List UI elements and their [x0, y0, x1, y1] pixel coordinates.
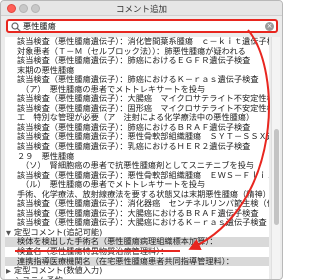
- list-item[interactable]: ２９ 悪性腫瘍: [5, 152, 269, 162]
- list-item-label: 該当検査（悪性腫瘍遺伝子）：肺癌におけるＫ－ｒａｓ遺伝子検査: [17, 75, 259, 85]
- clear-search-icon[interactable]: ×: [265, 22, 274, 31]
- list-item[interactable]: 該当検査（悪性腫瘍遺伝子）：消化器癌 センチネルリンパ節生検（併用: [5, 199, 269, 209]
- list-scrollbar[interactable]: [271, 37, 280, 279]
- list-item-label: （ア） 悪性腫瘍の患者でメトトレキサートを投与: [21, 84, 206, 94]
- list-item-label: 対象患者（Ｔ－Ｍ（セルブロック法））：肺悪性腫瘍が疑われる: [17, 46, 246, 56]
- list-item[interactable]: 該当検査（悪性腫瘍遺伝子）：肺癌におけるＫ－ｒａｓ遺伝子検査: [5, 75, 269, 85]
- list-item[interactable]: 該当検査（悪性腫瘍遺伝子）：大腸癌におけるＫ－ｒａｓ遺伝子検査: [5, 218, 269, 228]
- list-item[interactable]: 該当検査（悪性腫瘍遺伝子）：乳癌におけるＨＥＲ２遺伝子検査: [5, 142, 269, 152]
- list-item-label: 定型コメント(追記可能): [14, 227, 103, 237]
- list-item[interactable]: 該当検査（悪性腫瘍遺伝子）：固形癌 マイクロサテライト不安定性検: [5, 104, 269, 114]
- list-item-label: エ 特別な管理が必要（ア 注射による化学療法中の悪性腫瘍）: [17, 113, 255, 123]
- list-item-label: 定型コメント(数値入力): [14, 266, 103, 276]
- list-item[interactable]: 該当検査（悪性腫瘍遺伝子）：大腸癌におけるＢＲＡＦ遺伝子検査: [5, 209, 269, 219]
- list-item-label: （ソ） 腎細胞癌の患者で抗悪性腫瘍剤としてスニチニブを投与: [21, 161, 255, 171]
- collapsed-triangle-icon[interactable]: ▶: [6, 267, 14, 276]
- list-group[interactable]: ▶ 定型コメント(数値入力): [5, 266, 269, 276]
- list-item-label: 該当検査（悪性腫瘍遺伝子）：大腸癌 マイクロサテライト不安定性検査: [17, 94, 269, 104]
- list-item-label: （ル） 悪性腫瘍の患者でメトトレキサートを投与: [21, 180, 206, 190]
- list-item-label: 該当検査（悪性腫瘍遺伝子）：肺癌におけるＢＲＡＦ遺伝子検査: [17, 122, 251, 132]
- comment-add-window: コメント追加 × 該当検査（悪性腫瘍遺伝子）：消化管間葉系腫瘍 ｃ－ｋｉｔ遺伝子…: [0, 0, 283, 280]
- list-item-label: 検査名（悪性腫瘍特異物質治療管理料）：: [17, 247, 169, 257]
- list-item-label: 該当検査（悪性腫瘍遺伝子）：消化器癌 センチネルリンパ節生検（併用: [17, 199, 269, 209]
- list-item-label: 該当検査（悪性腫瘍遺伝子）：乳癌におけるＨＥＲ２遺伝子検査: [17, 142, 251, 152]
- scroll-thumb[interactable]: [274, 129, 279, 225]
- list-item-label: 末期の悪性腫瘍: [17, 65, 75, 75]
- list-item[interactable]: 検体を検出した手術名（悪性腫瘍病理組織標本加算）：: [5, 237, 269, 248]
- list-item-label: 該当検査（悪性腫瘍遺伝子）：肺癌におけるＥＧＦＲ遺伝子検査: [17, 56, 251, 66]
- comment-list[interactable]: 該当検査（悪性腫瘍遺伝子）：消化管間葉系腫瘍 ｃ－ｋｉｔ遺伝子検査 対象患者（Ｔ－…: [5, 37, 269, 279]
- list-item-label: 連携指導医療機関名（在宅悪性腫瘍患者共同指導管理料）：: [17, 256, 234, 266]
- search-icon: [11, 22, 21, 32]
- list-group[interactable]: ▶システム予約: [5, 276, 269, 279]
- list-item[interactable]: （ソ） 腎細胞癌の患者で抗悪性腫瘍剤としてスニチニブを投与: [5, 161, 269, 171]
- list-item[interactable]: 該当検査（悪性腫瘍遺伝子）：肺癌におけるＥＧＦＲ遺伝子検査: [5, 56, 269, 66]
- list-item[interactable]: 手術、化学療法、放射線療法を要する状態又は末期悪性腫瘍（精神）: [5, 190, 269, 200]
- list-item[interactable]: 該当検査（悪性腫瘍遺伝子）：肺癌におけるＢＲＡＦ遺伝子検査: [5, 123, 269, 133]
- list-item[interactable]: 該当検査（悪性腫瘍遺伝子）：悪性骨軟部組織腫瘍 ＳＹＴ－ＳＳＸ遺: [5, 132, 269, 142]
- expanded-triangle-icon[interactable]: ▼: [6, 229, 14, 238]
- window-title: コメント追加: [115, 5, 167, 15]
- list-item-label: ２９ 悪性腫瘍: [17, 151, 75, 161]
- search-input[interactable]: [23, 21, 258, 31]
- list-item-label: 該当検査（悪性腫瘍遺伝子）：悪性骨軟部組織腫瘍 ＥＷＳ－Ｆｌｉ１: [17, 170, 269, 180]
- list-item[interactable]: 検査名（悪性腫瘍特異物質治療管理料）：: [5, 247, 269, 257]
- list-item-label: 該当検査（悪性腫瘍遺伝子）：消化管間葉系腫瘍 ｃ－ｋｉｔ遺伝子検査: [17, 37, 269, 46]
- list-item[interactable]: 末期の悪性腫瘍: [5, 66, 269, 76]
- list-item-label: 手術、化学療法、放射線療法を要する状態又は末期悪性腫瘍（精神）: [17, 189, 269, 199]
- list-item[interactable]: 対象患者（Ｔ－Ｍ（セルブロック法））：肺悪性腫瘍が疑われる: [5, 47, 269, 57]
- list-item-label: 該当検査（悪性腫瘍遺伝子）：大腸癌におけるＢＲＡＦ遺伝子検査: [17, 208, 259, 218]
- list-item[interactable]: 連携指導医療機関名（在宅悪性腫瘍患者共同指導管理料）：: [5, 256, 269, 267]
- title-bar: コメント追加: [1, 1, 282, 16]
- list-item[interactable]: 該当検査（悪性腫瘍遺伝子）：消化管間葉系腫瘍 ｃ－ｋｉｔ遺伝子検査: [5, 37, 269, 47]
- list-item[interactable]: 該当検査（悪性腫瘍遺伝子）：大腸癌 マイクロサテライト不安定性検査: [5, 94, 269, 104]
- list-group[interactable]: ▼ 定型コメント(追記可能): [5, 228, 269, 238]
- list-item[interactable]: （ル） 悪性腫瘍の患者でメトトレキサートを投与: [5, 180, 269, 190]
- list-item[interactable]: （ア） 悪性腫瘍の患者でメトトレキサートを投与: [5, 85, 269, 95]
- search-field[interactable]: ×: [6, 19, 278, 33]
- list-item-label: 該当検査（悪性腫瘍遺伝子）：悪性骨軟部組織腫瘍 ＳＹＴ－ＳＳＸ遺: [17, 132, 269, 142]
- list-item-label: 該当検査（悪性腫瘍遺伝子）：固形癌 マイクロサテライト不安定性検: [17, 103, 269, 113]
- list-item[interactable]: エ 特別な管理が必要（ア 注射による化学療法中の悪性腫瘍）: [5, 113, 269, 123]
- list-item[interactable]: 該当検査（悪性腫瘍遺伝子）：悪性骨軟部組織腫瘍 ＥＷＳ－Ｆｌｉ１: [5, 171, 269, 181]
- list-item-label: 該当検査（悪性腫瘍遺伝子）：大腸癌におけるＫ－ｒａｓ遺伝子検査: [17, 218, 267, 228]
- list-item-label: 検体を検出した手術名（悪性腫瘍病理組織標本加算）：: [17, 237, 218, 247]
- list-item-label: システム予約: [14, 276, 63, 279]
